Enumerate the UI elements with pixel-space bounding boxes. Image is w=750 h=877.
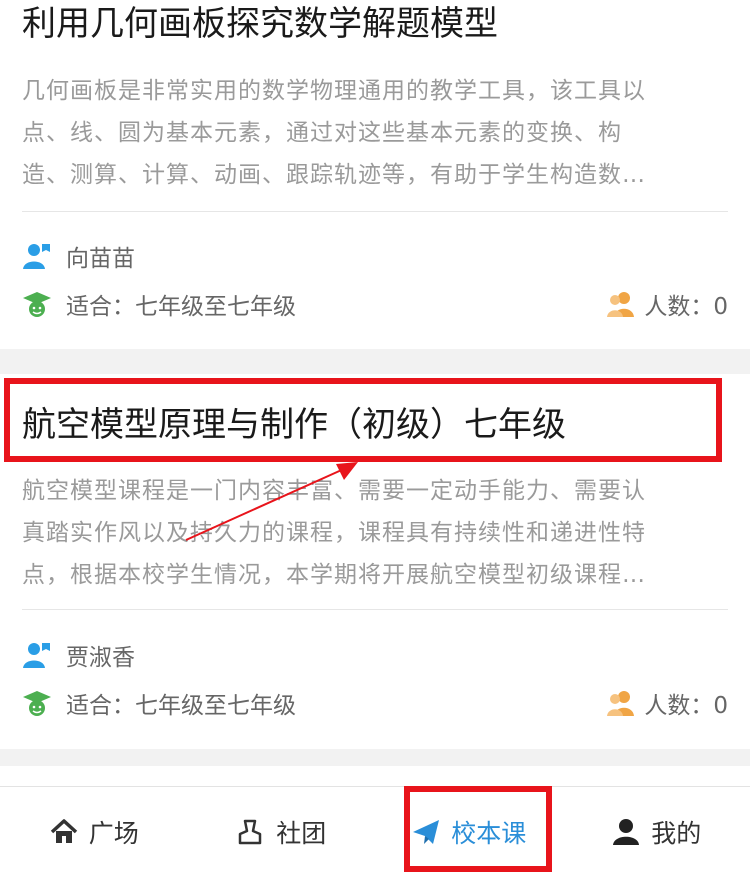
description-line: 真踏实作风以及持久力的课程，课程具有持续性和递进性特 (22, 520, 646, 546)
people-icon (606, 688, 636, 718)
teacher-row: 向苗苗 (22, 238, 135, 274)
course-card-partial (0, 766, 750, 786)
tab-label: 社团 (276, 819, 327, 848)
graduation-cap-icon (22, 289, 52, 319)
description-line: 点、线、圆为基本元素，通过对这些基本元素的变换、构 (22, 120, 622, 146)
enrollment-count-row: 人数：0 (606, 685, 728, 721)
divider (22, 609, 728, 610)
people-icon (606, 289, 636, 319)
teacher-icon (22, 241, 52, 271)
divider (22, 211, 728, 212)
description-line: 几何画板是非常实用的数学物理通用的教学工具，该工具以 (22, 78, 646, 104)
course-description: 几何画板是非常实用的数学物理通用的教学工具，该工具以 点、线、圆为基本元素，通过… (22, 70, 728, 196)
description-line: 点，根据本校学生情况，本学期将开展航空模型初级课程… (22, 562, 646, 588)
teacher-name: 向苗苗 (66, 246, 135, 272)
enrollment-count-row: 人数：0 (606, 286, 728, 322)
bottom-tab-bar: 广场 社团 校本课 我的 (0, 786, 750, 877)
tab-label: 我的 (651, 819, 702, 848)
teacher-row: 贾淑香 (22, 637, 135, 673)
annotation-box-school-course-tab (404, 786, 552, 872)
teacher-name: 贾淑香 (66, 645, 135, 671)
home-icon (49, 817, 79, 847)
annotation-box-course-title (4, 378, 722, 462)
description-line: 航空模型课程是一门内容丰富、需要一定动手能力、需要认 (22, 478, 646, 504)
suitable-grade: 适合：七年级至七年级 (66, 693, 296, 719)
suitable-grade: 适合：七年级至七年级 (66, 294, 296, 320)
course-title[interactable]: 利用几何画板探究数学解题模型 (22, 2, 498, 46)
enrollment-count: 人数：0 (644, 294, 728, 320)
graduation-cap-icon (22, 688, 52, 718)
enrollment-count: 人数：0 (644, 693, 728, 719)
user-icon (611, 817, 641, 847)
tab-square[interactable]: 广场 (0, 787, 188, 877)
tab-mine[interactable]: 我的 (563, 787, 750, 877)
description-line: 造、测算、计算、动画、跟踪轨迹等，有助于学生构造数… (22, 162, 646, 188)
teacher-icon (22, 640, 52, 670)
tab-label: 广场 (88, 819, 139, 848)
tab-club[interactable]: 社团 (188, 787, 376, 877)
course-description: 航空模型课程是一门内容丰富、需要一定动手能力、需要认 真踏实作风以及持久力的课程… (22, 470, 728, 596)
grade-row: 适合：七年级至七年级 (22, 685, 296, 721)
club-icon (236, 817, 266, 847)
grade-row: 适合：七年级至七年级 (22, 286, 296, 322)
